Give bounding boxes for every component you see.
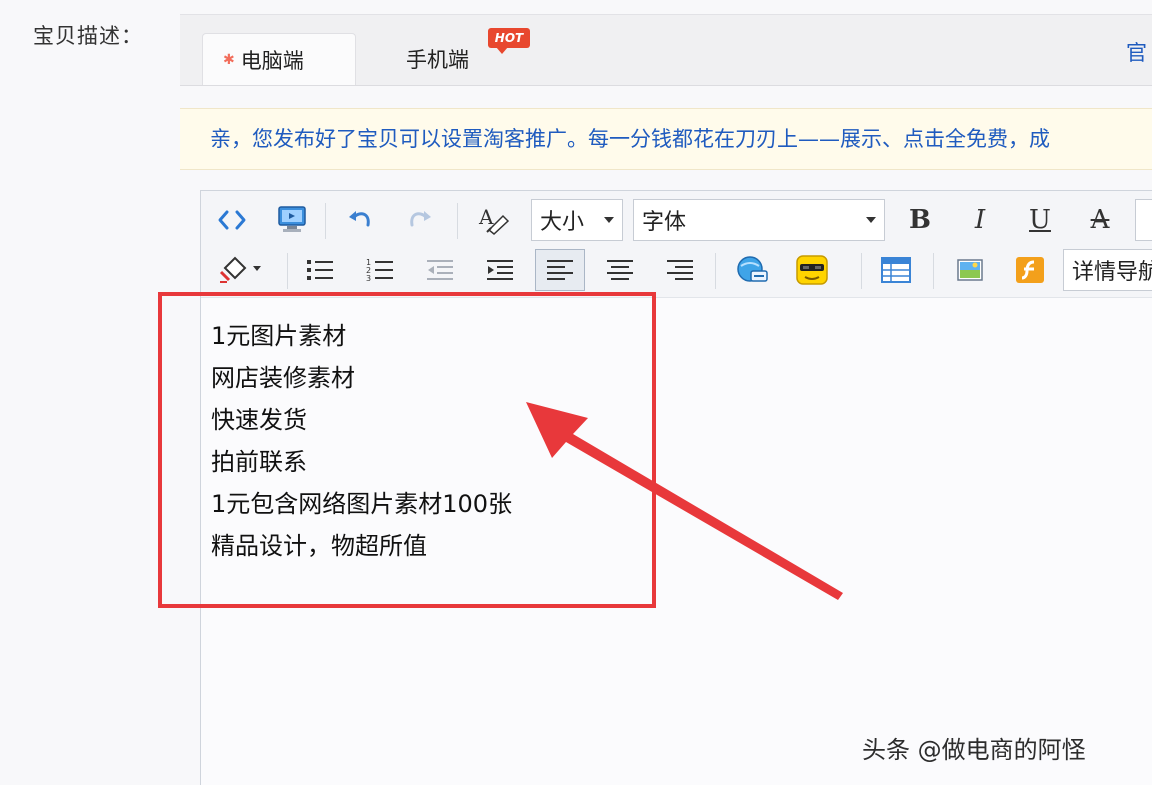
outdent-icon[interactable] [421, 251, 459, 289]
toolbar-separator [715, 253, 716, 289]
redo-icon[interactable] [401, 201, 439, 239]
emoticon-icon[interactable] [793, 251, 831, 289]
format-painter-icon[interactable]: A [475, 201, 513, 239]
tab-mobile-label: 手机端 [406, 48, 469, 72]
content-line: 拍前联系 [211, 448, 307, 476]
image-icon[interactable] [951, 251, 989, 289]
italic-button[interactable]: I [961, 201, 999, 239]
link-icon[interactable] [733, 251, 771, 289]
underline-button[interactable]: U [1021, 201, 1059, 239]
overflow-select[interactable] [1135, 199, 1152, 241]
indent-icon[interactable] [481, 251, 519, 289]
chevron-down-icon [866, 217, 876, 223]
chevron-down-icon [604, 217, 614, 223]
svg-text:3: 3 [366, 274, 371, 283]
undo-icon[interactable] [341, 201, 379, 239]
strikethrough-label: A [1090, 205, 1110, 235]
align-left-icon[interactable] [535, 249, 585, 291]
bullet-list-icon[interactable] [301, 251, 339, 289]
hot-badge: HOT [488, 28, 530, 54]
align-right-icon[interactable] [661, 251, 699, 289]
font-family-select[interactable]: 字体 [633, 199, 885, 241]
bold-label: B [909, 205, 931, 235]
toolbar-separator [457, 203, 458, 239]
italic-label: I [974, 205, 986, 235]
official-link[interactable]: 官 [1126, 37, 1152, 67]
font-size-select[interactable]: 大小 [531, 199, 623, 241]
flash-icon[interactable] [1011, 251, 1049, 289]
strikethrough-button[interactable]: A [1081, 201, 1119, 239]
table-icon[interactable] [877, 251, 915, 289]
content-line: 网店装修素材 [211, 364, 355, 392]
toolbar-separator [933, 253, 934, 289]
content-line: 1元图片素材 [211, 322, 347, 350]
preview-icon[interactable] [273, 201, 311, 239]
font-family-label: 字体 [642, 210, 687, 235]
align-center-icon[interactable] [601, 251, 639, 289]
content-line: 1元包含网络图片素材100张 [211, 490, 513, 518]
content-line: 快速发货 [211, 406, 307, 434]
content-line: 精品设计，物超所值 [211, 532, 427, 560]
tab-pc[interactable]: ✱ 电脑端 [202, 33, 356, 85]
svg-text:A: A [478, 205, 494, 229]
source-code-icon[interactable] [213, 201, 251, 239]
notice-bar: 亲，您发布好了宝贝可以设置淘客推广。每一分钱都花在刀刃上——展示、点击全免费，成 [180, 108, 1152, 170]
fill-color-icon[interactable] [215, 251, 265, 289]
toolbar-separator [325, 203, 326, 239]
font-size-label: 大小 [540, 210, 585, 235]
editor-content[interactable]: 1元图片素材 网店装修素材 快速发货 拍前联系 1元包含网络图片素材100张 精… [211, 315, 512, 567]
detail-nav-label: 详情导航 [1072, 260, 1152, 285]
toolbar-separator [287, 253, 288, 289]
detail-nav-select[interactable]: 详情导航 [1063, 249, 1152, 291]
rich-text-editor: A 大小 字体 B I U A 1 2 3 详情导航 1元图片素材 网店装修素材… [200, 190, 1152, 785]
tab-pc-label: 电脑端 [240, 48, 304, 73]
tab-bar: ✱ 电脑端 手机端 HOT 官 [180, 14, 1152, 86]
bold-button[interactable]: B [901, 201, 939, 239]
field-label: 宝贝描述： [33, 24, 143, 48]
notice-text[interactable]: 亲，您发布好了宝贝可以设置淘客推广。每一分钱都花在刀刃上——展示、点击全免费，成 [210, 109, 1152, 169]
active-star-icon: ✱ [223, 51, 235, 68]
editor-toolbar: A 大小 字体 B I U A 1 2 3 详情导航 [201, 191, 1152, 298]
toolbar-separator [861, 253, 862, 289]
underline-label: U [1029, 205, 1051, 235]
numbered-list-icon[interactable]: 1 2 3 [361, 251, 399, 289]
watermark: 头条 @做电商的阿怪 [862, 736, 1086, 764]
